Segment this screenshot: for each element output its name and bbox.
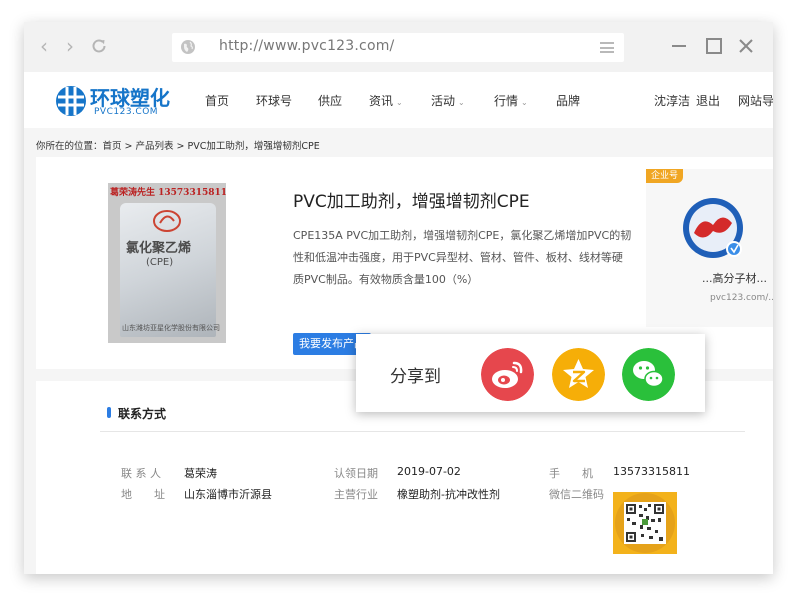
contact-person-label: 联 系 人	[121, 467, 161, 480]
wechat-qr-label: 微信二维码	[549, 488, 604, 501]
nav-activity-label: 活动	[431, 94, 456, 108]
nav-market-label: 行情	[494, 94, 519, 108]
chevron-down-icon: ⌄	[396, 98, 403, 107]
chevron-down-icon: ⌄	[521, 98, 528, 107]
globe-logo-icon	[56, 86, 86, 116]
nav-supply[interactable]: 供应	[318, 92, 342, 109]
company-name: ...高分子材...	[702, 272, 767, 285]
address-bar[interactable]: http://www.pvc123.com/	[172, 33, 624, 62]
wechat-qr-code[interactable]	[613, 492, 677, 554]
brand-mark-icon	[153, 210, 181, 232]
logout-link[interactable]: 退出	[696, 92, 720, 109]
product-bag: 氯化聚乙烯 (CPE) 山东潍坊亚星化学股份有限公司	[120, 203, 220, 337]
bag-title: 氯化聚乙烯	[126, 241, 192, 256]
enterprise-badge: 企业号	[646, 169, 684, 183]
divider	[100, 431, 745, 432]
cert-date-value: 2019-07-02	[397, 465, 461, 478]
close-icon[interactable]	[735, 35, 757, 57]
logo-subtext: PVC123.COM	[94, 107, 159, 117]
product-title: PVC加工助剂，增强增韧剂CPE	[293, 192, 530, 212]
company-card[interactable]: 企业号 ...高分子材... pvc123.com/...	[646, 169, 773, 327]
company-url: pvc123.com/...	[710, 293, 773, 303]
qzone-icon[interactable]	[552, 348, 605, 401]
forward-icon[interactable]: ›	[66, 36, 74, 56]
section-marker	[107, 407, 111, 418]
share-label: 分享到	[390, 367, 441, 387]
site-header: 环球塑化 PVC123.COM 首页 环球号 供应 资讯 ⌄ 活动 ⌄ 行情 ⌄ 品牌…	[24, 72, 773, 128]
contact-section-title: 联系方式	[118, 407, 167, 421]
bag-subtitle: (CPE)	[146, 257, 174, 268]
url-text: http://www.pvc123.com/	[219, 38, 395, 54]
back-icon[interactable]: ‹	[40, 36, 48, 56]
image-seller-text: 葛荣涛先生 13573315811	[110, 188, 226, 198]
address-value: 山东淄博市沂源县	[184, 488, 272, 501]
nav-news[interactable]: 资讯 ⌄	[369, 92, 403, 109]
nav-activity[interactable]: 活动 ⌄	[431, 92, 465, 109]
maximize-icon[interactable]	[703, 35, 725, 57]
company-logo[interactable]	[682, 197, 744, 259]
minimize-icon[interactable]	[668, 35, 690, 57]
weibo-icon[interactable]	[481, 348, 534, 401]
nav-news-label: 资讯	[369, 94, 394, 108]
contact-person-value: 葛荣涛	[184, 467, 217, 480]
breadcrumb: 你所在的位置：首页 > 产品列表 > PVC加工助剂，增强增韧剂CPE	[36, 141, 320, 152]
site-nav-link[interactable]: 网站导	[738, 92, 773, 109]
user-name[interactable]: 沈淳洁	[654, 92, 690, 109]
share-popup: 分享到	[356, 334, 705, 412]
nav-hqh[interactable]: 环球号	[256, 92, 292, 109]
nav-home[interactable]: 首页	[205, 92, 229, 109]
product-description: CPE135A PVC加工助剂，增强增韧剂CPE，氯化聚乙烯增加PVC的韧性和低…	[293, 229, 632, 286]
product-image[interactable]: 葛荣涛先生 13573315811 氯化聚乙烯 (CPE) 山东潍坊亚星化学股份…	[108, 183, 226, 343]
wechat-icon[interactable]	[622, 348, 675, 401]
browser-toolbar: ‹ › http://www.pvc123.com/	[24, 22, 773, 72]
phone-value: 13573315811	[613, 465, 690, 478]
site-logo[interactable]: 环球塑化 PVC123.COM	[54, 80, 174, 122]
chevron-down-icon: ⌄	[458, 98, 465, 107]
industry-value[interactable]: 橡塑助剂-抗冲改性剂	[397, 486, 500, 502]
cert-date-label: 认领日期	[334, 467, 378, 480]
globe-icon	[181, 40, 195, 54]
industry-label: 主营行业	[334, 488, 378, 501]
refresh-icon[interactable]	[90, 37, 108, 55]
bag-footer: 山东潍坊亚星化学股份有限公司	[122, 324, 220, 332]
address-label: 地 址	[121, 488, 165, 501]
nav-market[interactable]: 行情 ⌄	[494, 92, 528, 109]
phone-label: 手 机	[549, 467, 593, 480]
nav-brand[interactable]: 品牌	[556, 92, 580, 109]
menu-icon[interactable]	[600, 42, 614, 53]
browser-window: ‹ › http://www.pvc123.com/ 环球塑化 PVC123.C…	[24, 22, 773, 574]
web-page: 环球塑化 PVC123.COM 首页 环球号 供应 资讯 ⌄ 活动 ⌄ 行情 ⌄ 品牌…	[24, 72, 773, 574]
